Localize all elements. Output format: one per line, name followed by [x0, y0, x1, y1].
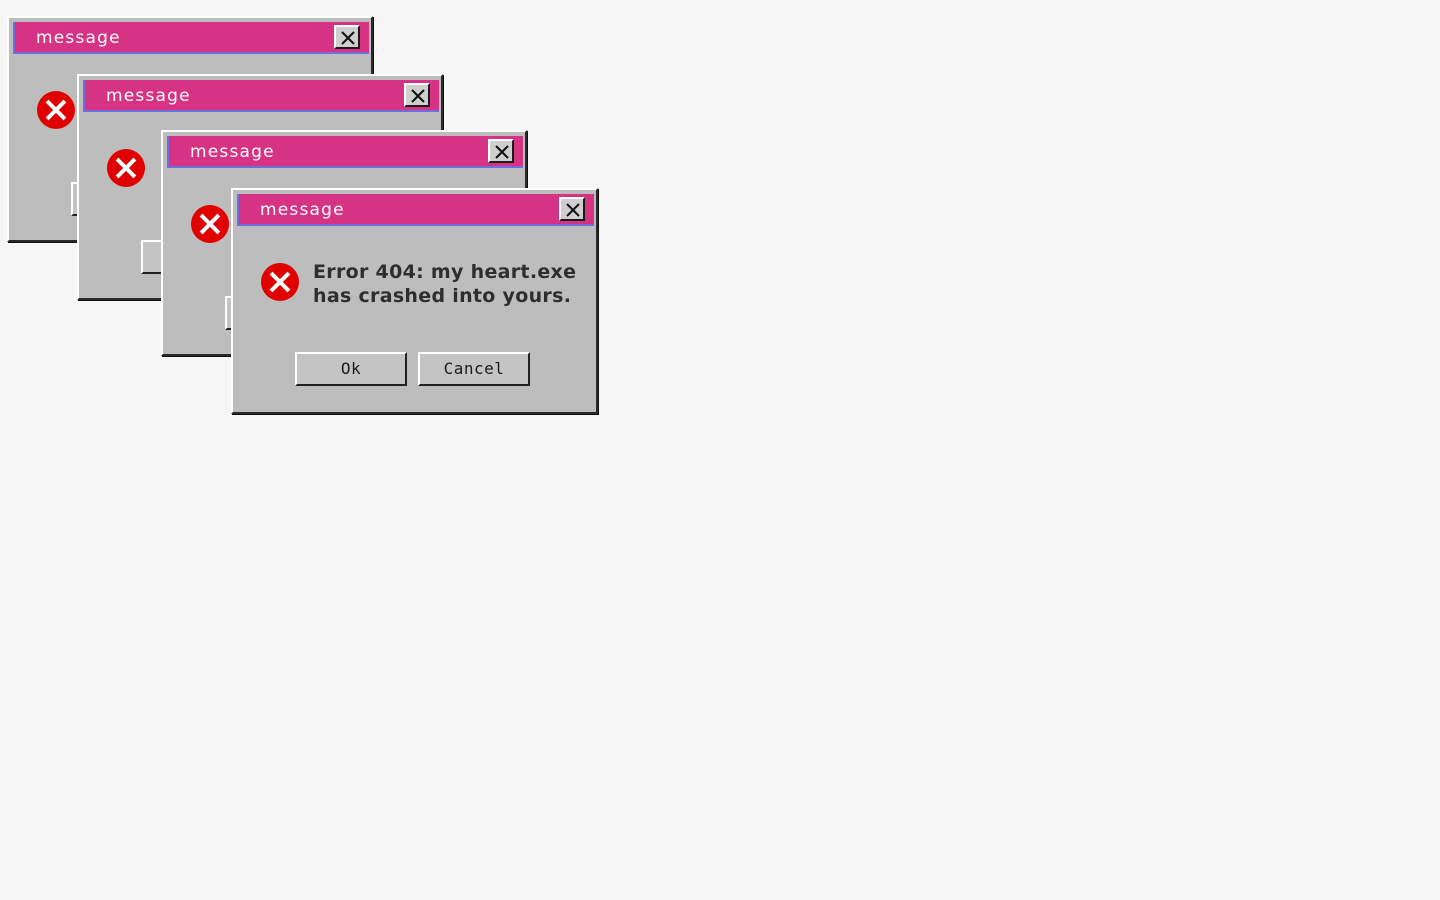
error-icon	[107, 149, 145, 187]
close-icon	[341, 31, 355, 45]
close-icon	[495, 145, 509, 159]
close-button[interactable]	[404, 83, 430, 107]
ok-button[interactable]: Ok	[295, 352, 407, 386]
error-message: Error 404: my heart.exe has crashed into…	[313, 260, 583, 308]
cancel-button[interactable]: Cancel	[418, 352, 530, 386]
dialog-title: message	[106, 86, 191, 106]
close-button[interactable]	[488, 139, 514, 163]
message-dialog-4: message Error 404: my heart.exe has cras…	[231, 188, 598, 414]
close-button[interactable]	[334, 25, 360, 49]
error-message-line-2: has crashed into yours.	[313, 285, 572, 307]
dialog-title: message	[36, 28, 121, 48]
error-icon	[37, 91, 75, 129]
close-button[interactable]	[559, 197, 585, 221]
error-icon	[191, 205, 229, 243]
dialog-titlebar[interactable]: message	[13, 22, 369, 54]
error-icon	[261, 263, 299, 301]
error-message-line-1: Error 404: my heart.exe	[313, 261, 577, 283]
close-icon	[566, 203, 580, 217]
dialog-title: message	[260, 200, 345, 220]
dialog-titlebar[interactable]: message	[167, 136, 523, 168]
close-icon	[411, 89, 425, 103]
dialog-title: message	[190, 142, 275, 162]
dialog-titlebar[interactable]: message	[237, 194, 594, 226]
dialog-titlebar[interactable]: message	[83, 80, 439, 112]
